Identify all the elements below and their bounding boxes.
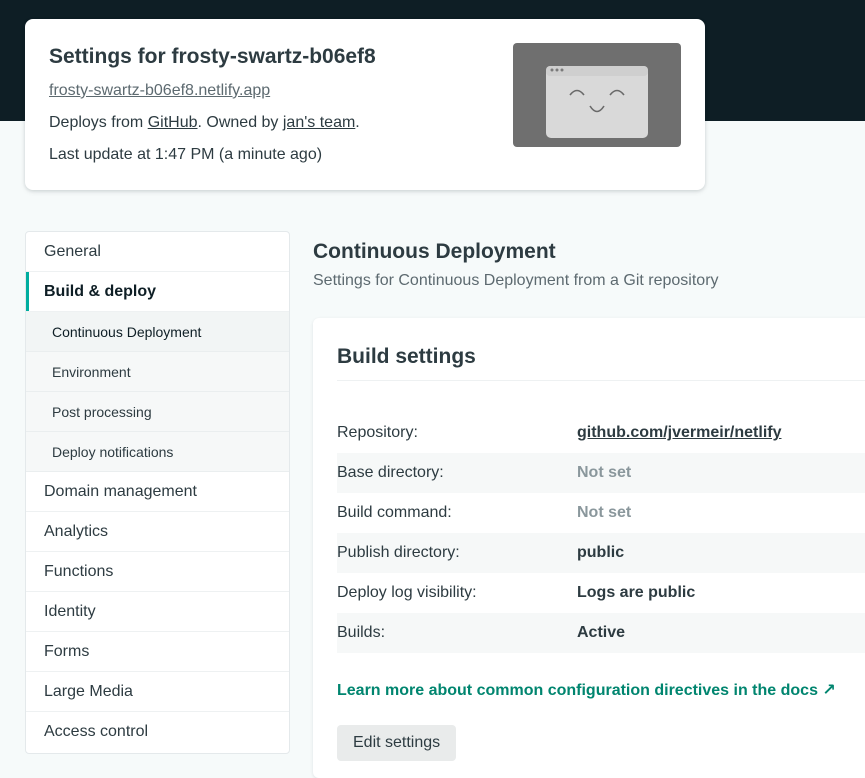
site-thumbnail[interactable] (513, 43, 681, 147)
setting-label: Builds: (337, 624, 386, 641)
section-title: Continuous Deployment (313, 240, 556, 263)
site-title: Settings for frosty-swartz-b06ef8 (49, 45, 376, 68)
sidebar-item-access-control[interactable]: Access control (26, 712, 289, 752)
last-update-text: Last update at 1:47 PM (a minute ago) (49, 146, 323, 163)
team-link[interactable]: jan's team (283, 114, 355, 131)
setting-row-deploy-log-visibility: Deploy log visibility: Logs are public (337, 573, 865, 613)
sidebar-subitem-post-processing[interactable]: Post processing (26, 392, 289, 432)
deploy-source-link[interactable]: GitHub (148, 114, 198, 131)
setting-row-build-command: Build command: Not set (337, 493, 865, 533)
site-url-link[interactable]: frosty-swartz-b06ef8.netlify.app (49, 82, 270, 100)
setting-value: Logs are public (577, 584, 696, 601)
sidebar-subitem-continuous-deployment[interactable]: Continuous Deployment (26, 312, 289, 352)
setting-row-repository: Repository: github.com/jvermeir/netlify (337, 413, 865, 453)
owned-suffix: . (355, 114, 360, 131)
build-settings-panel: Build settings Repository: github.com/jv… (313, 318, 865, 778)
setting-label: Publish directory: (337, 544, 460, 561)
panel-divider (337, 380, 865, 381)
sidebar-subitem-environment[interactable]: Environment (26, 352, 289, 392)
panel-title: Build settings (337, 345, 476, 368)
sidebar-item-domain-management[interactable]: Domain management (26, 472, 289, 512)
setting-value: Active (577, 624, 626, 641)
owned-text: . Owned by (197, 114, 283, 131)
site-overview-card: Settings for frosty-swartz-b06ef8 frosty… (25, 19, 705, 190)
setting-row-base-directory: Base directory: Not set (337, 453, 865, 493)
section-subtitle: Settings for Continuous Deployment from … (313, 272, 719, 289)
smiley-browser-icon (546, 66, 648, 138)
setting-label: Repository: (337, 424, 418, 441)
edit-settings-button[interactable]: Edit settings (337, 725, 457, 761)
repository-link[interactable]: github.com/jvermeir/netlify (577, 424, 781, 442)
docs-link[interactable]: Learn more about common configuration di… (337, 680, 836, 700)
setting-label: Deploy log visibility: (337, 584, 477, 601)
setting-row-builds: Builds: Active (337, 613, 865, 653)
sidebar-item-analytics[interactable]: Analytics (26, 512, 289, 552)
deploys-info: Deploys from GitHub. Owned by jan's team… (49, 114, 360, 132)
settings-sidebar: General Build & deploy Continuous Deploy… (25, 231, 290, 754)
setting-label: Base directory: (337, 464, 444, 481)
sidebar-item-general[interactable]: General (26, 232, 289, 272)
setting-value: Not set (577, 504, 632, 521)
sidebar-item-build-deploy[interactable]: Build & deploy (26, 272, 289, 312)
setting-label: Build command: (337, 504, 452, 521)
sidebar-item-functions[interactable]: Functions (26, 552, 289, 592)
sidebar-item-forms[interactable]: Forms (26, 632, 289, 672)
setting-value: Not set (577, 464, 632, 481)
sidebar-item-large-media[interactable]: Large Media (26, 672, 289, 712)
deploys-prefix: Deploys from (49, 114, 148, 131)
sidebar-item-identity[interactable]: Identity (26, 592, 289, 632)
build-settings-table: Repository: github.com/jvermeir/netlify … (337, 413, 865, 653)
setting-row-publish-directory: Publish directory: public (337, 533, 865, 573)
setting-value: public (577, 544, 625, 561)
sidebar-subitem-deploy-notifications[interactable]: Deploy notifications (26, 432, 289, 472)
